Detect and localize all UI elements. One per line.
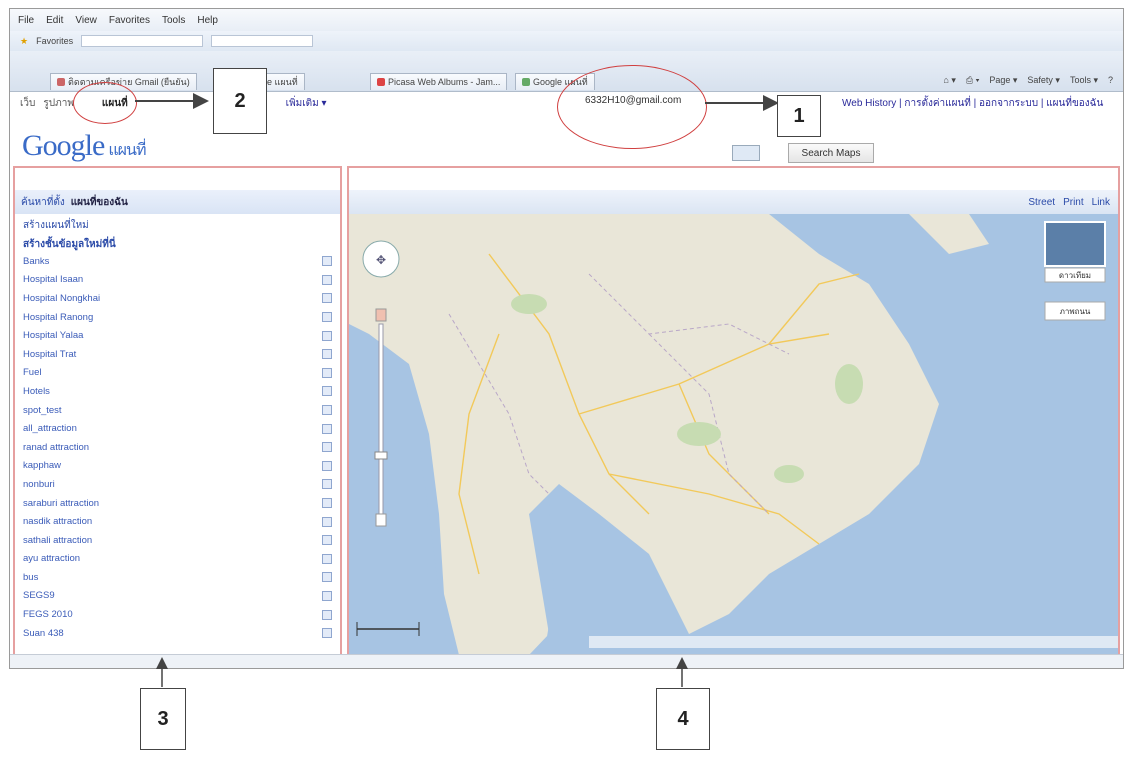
callout-2: 2	[213, 68, 267, 134]
callout-1: 1	[777, 95, 821, 137]
annotation-arrows	[135, 93, 779, 687]
callout-4: 4	[656, 688, 710, 750]
callout-3: 3	[140, 688, 186, 750]
